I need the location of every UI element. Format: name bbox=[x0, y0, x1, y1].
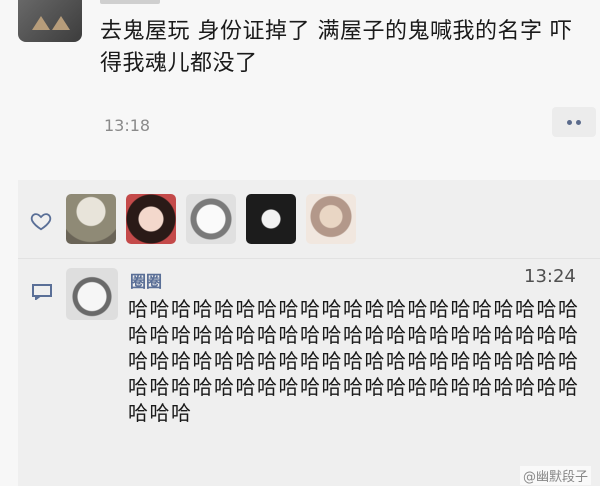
more-button[interactable] bbox=[552, 107, 596, 137]
watermark: @幽默段子 bbox=[520, 466, 592, 485]
comment-text[interactable]: 哈哈哈哈哈哈哈哈哈哈哈哈哈哈哈哈哈哈哈哈哈哈哈哈哈哈哈哈哈哈哈哈哈哈哈哈哈哈哈哈… bbox=[128, 296, 584, 426]
post-text: 去鬼屋玩 身份证掉了 满屋子的鬼喊我的名字 吓得我魂儿都没了 bbox=[100, 19, 573, 76]
divider bbox=[18, 258, 600, 259]
more-dot-icon bbox=[567, 119, 572, 125]
liker-avatar[interactable] bbox=[126, 194, 176, 244]
post-time: 13:18 bbox=[104, 116, 151, 135]
commenter-name[interactable]: 圈圈 bbox=[130, 268, 162, 292]
comment-icon bbox=[32, 284, 52, 300]
comment-time: 13:24 bbox=[524, 266, 576, 287]
moment-post: 去鬼屋玩 身份证掉了 满屋子的鬼喊我的名字 吓得我魂儿都没了 13:18 bbox=[0, 0, 600, 168]
social-section: 圈圈 13:24 哈哈哈哈哈哈哈哈哈哈哈哈哈哈哈哈哈哈哈哈哈哈哈哈哈哈哈哈哈哈哈… bbox=[18, 180, 600, 486]
poster-name[interactable] bbox=[100, 0, 160, 4]
heart-icon bbox=[30, 213, 52, 231]
likers-list bbox=[66, 194, 356, 244]
more-dot-icon bbox=[576, 119, 581, 125]
liker-avatar[interactable] bbox=[306, 194, 356, 244]
liker-avatar[interactable] bbox=[246, 194, 296, 244]
liker-avatar[interactable] bbox=[186, 194, 236, 244]
poster-avatar[interactable] bbox=[18, 0, 82, 42]
liker-avatar[interactable] bbox=[66, 194, 116, 244]
commenter-avatar[interactable] bbox=[66, 268, 118, 320]
